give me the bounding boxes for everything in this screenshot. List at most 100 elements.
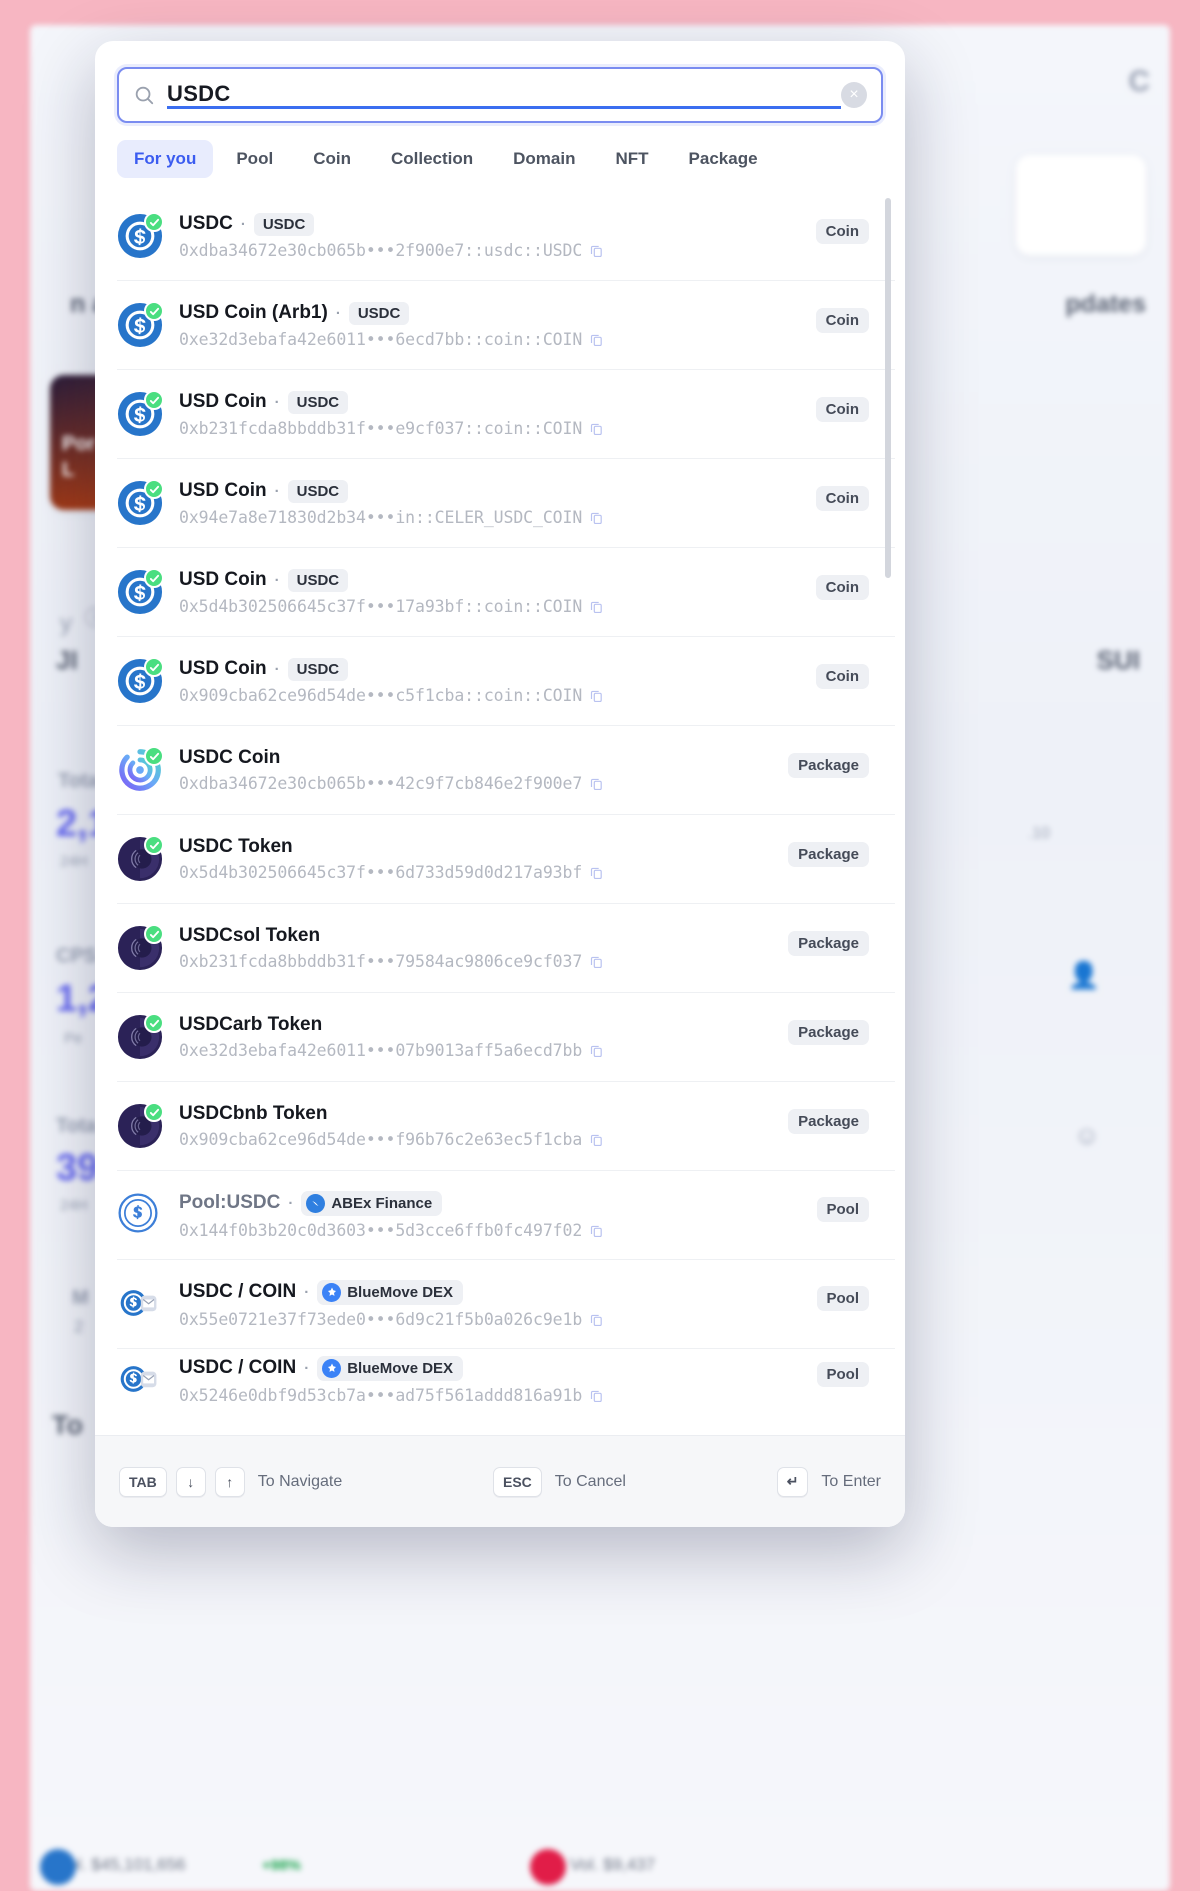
bg-coin-avatar-left bbox=[40, 1849, 76, 1885]
search-result-row[interactable]: USDCarb Token 0xe32d3ebafa42e6011•••07b90… bbox=[117, 993, 895, 1082]
separator-dot: · bbox=[288, 1194, 294, 1212]
result-name: USDCbnb Token bbox=[179, 1103, 328, 1124]
key-enter[interactable]: ↵ bbox=[776, 1466, 809, 1497]
copy-icon[interactable] bbox=[589, 1388, 604, 1403]
bg-m-value: 2 bbox=[74, 1317, 84, 1336]
search-result-row[interactable]: USDCbnb Token 0x909cba62ce96d54de•••f96b7… bbox=[117, 1082, 895, 1171]
result-address: 0x5d4b302506645c37f•••6d733d59d0d217a93b… bbox=[179, 863, 583, 882]
bg-y-label: y bbox=[60, 610, 72, 637]
copy-icon[interactable] bbox=[589, 421, 604, 436]
result-address: 0xb231fcda8bbddb31f•••79584ac9806ce9cf03… bbox=[179, 952, 583, 971]
verified-badge-icon bbox=[144, 924, 164, 944]
copy-icon[interactable] bbox=[589, 1223, 604, 1238]
result-name: USDC Token bbox=[179, 836, 293, 857]
search-modal: USDC × For you Pool Coin Collection Domain NF… bbox=[95, 41, 905, 1527]
copy-icon[interactable] bbox=[589, 1043, 604, 1058]
copy-icon[interactable] bbox=[589, 510, 604, 525]
shortcut-navigate: TAB ↓ ↑ To Navigate bbox=[119, 1466, 342, 1497]
result-name: USD Coin bbox=[179, 391, 267, 412]
copy-icon[interactable] bbox=[589, 688, 604, 703]
result-protocol-name: BlueMove DEX bbox=[347, 1359, 454, 1377]
keyboard-shortcuts-footer: TAB ↓ ↑ To Navigate ESC To Cancel ↵ To E… bbox=[95, 1435, 905, 1527]
copy-icon[interactable] bbox=[589, 776, 604, 791]
result-details: USDC Token 0x5d4b302506645c37f•••6d733d59… bbox=[179, 836, 788, 882]
result-name: USDC Coin bbox=[179, 747, 281, 768]
verified-badge-icon bbox=[144, 301, 164, 321]
result-avatar bbox=[117, 568, 164, 615]
bg-cps-label: CPS bbox=[56, 945, 98, 967]
search-result-row[interactable]: USD Coin · USDC 0x909cba62ce96d54de•••c5f1c… bbox=[117, 637, 895, 726]
result-type-tag: Coin bbox=[815, 663, 869, 689]
clear-icon[interactable]: × bbox=[841, 82, 867, 108]
result-protocol-chip: BlueMove DEX bbox=[317, 1355, 464, 1381]
search-input[interactable]: USDC × bbox=[117, 67, 883, 123]
copy-icon[interactable] bbox=[589, 954, 604, 969]
bg-updates-label: pdates bbox=[1065, 290, 1146, 318]
result-address: 0xdba34672e30cb065b•••42c9f7cb846e2f900e… bbox=[179, 774, 583, 793]
search-result-row[interactable]: USDC Token 0x5d4b302506645c37f•••6d733d59… bbox=[117, 815, 895, 904]
copy-icon[interactable] bbox=[589, 243, 604, 258]
search-result-row[interactable]: USDC · USDC 0xdba34672e30cb065b•••2f900e7::… bbox=[117, 192, 895, 281]
pool-usdc-outline-icon bbox=[118, 1193, 158, 1233]
search-result-row[interactable]: USD Coin · USDC 0x94e7a8e71830d2b34•••in::C… bbox=[117, 459, 895, 548]
key-arrow-down[interactable]: ↓ bbox=[175, 1466, 206, 1497]
result-symbol-chip: USDC bbox=[348, 301, 410, 325]
key-tab[interactable]: TAB bbox=[119, 1466, 167, 1497]
result-address: 0x144f0b3b20c0d3603•••5d3cce6ffb0fc497f0… bbox=[179, 1220, 583, 1240]
copy-icon[interactable] bbox=[589, 332, 604, 347]
search-result-row[interactable]: USD Coin · USDC 0x5d4b302506645c37f•••17a93… bbox=[117, 548, 895, 637]
result-avatar bbox=[117, 390, 164, 437]
search-result-row[interactable]: USDC Coin 0xdba34672e30cb065b•••42c9f7cb8… bbox=[117, 726, 895, 815]
search-result-row[interactable]: USDC / COIN · BlueMove DEX 0x5246e0dbf9d53c… bbox=[117, 1349, 895, 1411]
search-category-tabs: For you Pool Coin Collection Domain NFT Packag… bbox=[95, 123, 905, 192]
bg-right-num: .10 bbox=[1027, 825, 1050, 842]
key-arrow-up[interactable]: ↑ bbox=[214, 1466, 245, 1497]
bg-coin-avatar-right bbox=[530, 1849, 566, 1885]
result-symbol-chip: USDC bbox=[287, 568, 349, 592]
tab-coin[interactable]: Coin bbox=[296, 140, 368, 178]
bg-right-card-1 bbox=[1016, 155, 1146, 255]
tab-package[interactable]: Package bbox=[672, 140, 775, 178]
result-address: 0x909cba62ce96d54de•••c5f1cba::coin::COI… bbox=[179, 685, 583, 705]
search-result-row[interactable]: USDCsol Token 0xb231fcda8bbddb31f•••79584… bbox=[117, 904, 895, 993]
verified-badge-icon bbox=[144, 568, 164, 588]
verified-badge-icon bbox=[144, 746, 164, 766]
result-avatar bbox=[117, 1357, 163, 1403]
result-avatar bbox=[117, 1102, 164, 1149]
bluemove-logo-icon bbox=[322, 1358, 342, 1378]
copy-icon[interactable] bbox=[589, 599, 604, 614]
bg-vol-right: Vol. $9,437 bbox=[570, 1855, 656, 1874]
result-avatar bbox=[117, 835, 164, 882]
separator-dot: · bbox=[274, 660, 280, 678]
tab-collection[interactable]: Collection bbox=[374, 140, 490, 178]
verified-badge-icon bbox=[144, 479, 164, 499]
search-input-value[interactable]: USDC bbox=[167, 81, 841, 110]
key-esc[interactable]: ESC bbox=[492, 1466, 542, 1497]
result-protocol-name: BlueMove DEX bbox=[347, 1283, 454, 1301]
result-avatar bbox=[117, 1192, 163, 1238]
tab-for-you[interactable]: For you bbox=[117, 140, 214, 178]
results-scrollbar-thumb[interactable] bbox=[885, 198, 891, 578]
copy-icon[interactable] bbox=[589, 1312, 604, 1327]
result-address: 0x5246e0dbf9d53cb7a•••ad75f561addd816a91… bbox=[179, 1385, 583, 1405]
search-result-row[interactable]: USD Coin · USDC 0xb231fcda8bbddb31f•••e9cf0… bbox=[117, 370, 895, 459]
search-result-row[interactable]: USDC / COIN · BlueMove DEX 0x55e0721e37f73e… bbox=[117, 1260, 895, 1349]
result-address: 0x55e0721e37f73ede0•••6d9c21f5b0a026c9e1… bbox=[179, 1309, 583, 1329]
tab-domain[interactable]: Domain bbox=[496, 140, 592, 178]
tab-pool[interactable]: Pool bbox=[219, 140, 290, 178]
copy-icon[interactable] bbox=[589, 1132, 604, 1147]
result-protocol-chip: BlueMove DEX bbox=[317, 1279, 464, 1305]
search-result-row[interactable]: USD Coin (Arb1) · USDC 0xe32d3ebafa42e6011•… bbox=[117, 281, 895, 370]
result-name: USDC bbox=[179, 213, 233, 234]
search-result-row[interactable]: Pool:USDC · ABEx Finance 0x144f0b3b20c0d360… bbox=[117, 1171, 895, 1260]
bg-total-1-sub: 24H bbox=[60, 853, 88, 870]
search-results-list[interactable]: USDC · USDC 0xdba34672e30cb065b•••2f900e7::… bbox=[95, 192, 905, 1435]
result-avatar bbox=[117, 1013, 164, 1060]
separator-dot: · bbox=[274, 482, 280, 500]
result-address: 0x94e7a8e71830d2b34•••in::CELER_USDC_COI… bbox=[179, 507, 583, 527]
result-details: USDC / COIN · BlueMove DEX 0x55e0721e37f73e… bbox=[179, 1279, 817, 1329]
tab-nft[interactable]: NFT bbox=[598, 140, 665, 178]
verified-badge-icon bbox=[144, 212, 164, 232]
result-name: USD Coin (Arb1) bbox=[179, 302, 328, 323]
copy-icon[interactable] bbox=[589, 865, 604, 880]
